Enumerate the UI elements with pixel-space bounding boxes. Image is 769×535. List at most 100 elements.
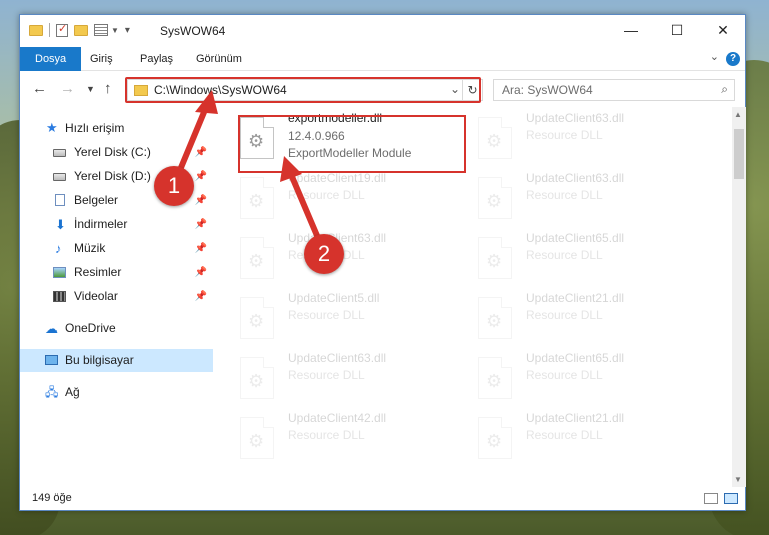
properties-check-icon[interactable] (56, 22, 68, 37)
search-icon[interactable]: ⌕ (721, 82, 728, 97)
close-button[interactable]: ✕ (700, 15, 746, 45)
file-name: UpdateClient63.dll (288, 351, 387, 365)
file-tile[interactable]: ⚙ UpdateClient19.dll Resource DLL (222, 169, 452, 227)
scrollbar-thumb[interactable] (734, 129, 744, 179)
pin-icon[interactable]: 📌 (195, 165, 207, 188)
gear-icon: ⚙ (486, 431, 503, 451)
recent-locations-chevron-icon[interactable]: ▼ (86, 84, 95, 94)
dll-file-icon: ⚙ (478, 297, 512, 339)
file-name: UpdateClient5.dll (288, 291, 380, 305)
pin-icon[interactable]: 📌 (195, 285, 207, 308)
nav-item-network[interactable]: 🖧 Ağ (20, 381, 213, 404)
address-dropdown-icon[interactable]: ⌄ (450, 82, 460, 96)
maximize-button[interactable]: ☐ (654, 15, 700, 45)
tab-share[interactable]: Paylaş (140, 47, 173, 71)
callout-badge-1: 1 (154, 166, 194, 206)
forward-arrow-icon[interactable]: → (60, 80, 75, 97)
rename-icon[interactable] (94, 24, 108, 36)
address-bar[interactable]: C:\Windows\SysWOW64 ⌄ ↻ (127, 79, 483, 101)
tab-view[interactable]: Görünüm (196, 47, 242, 71)
nav-item-label: Yerel Disk (C:) (74, 145, 151, 159)
gear-icon: ⚙ (248, 131, 265, 151)
dll-file-icon: ⚙ (240, 417, 274, 459)
address-path[interactable]: C:\Windows\SysWOW64 (154, 83, 287, 97)
file-description: Resource DLL (526, 428, 603, 442)
folder-icon (134, 85, 148, 96)
download-icon: ⬇ (55, 217, 66, 232)
computer-icon (45, 355, 58, 365)
nav-item-this-pc[interactable]: Bu bilgisayar (20, 349, 213, 372)
dll-file-icon: ⚙ (478, 177, 512, 219)
nav-item-downloads[interactable]: ⬇ İndirmeler 📌 (20, 213, 213, 236)
scroll-up-arrow-icon[interactable]: ▲ (734, 110, 742, 119)
customize-chevron-icon[interactable]: ▼ (111, 26, 119, 35)
file-tile[interactable]: ⚙ UpdateClient63.dll Resource DLL (460, 109, 690, 167)
pin-icon[interactable]: 📌 (195, 141, 207, 164)
window-title: SysWOW64 (160, 24, 226, 38)
gear-icon: ⚙ (486, 191, 503, 211)
gear-icon: ⚙ (248, 311, 265, 331)
nav-item-label: Yerel Disk (D:) (74, 169, 151, 183)
nav-item-label: OneDrive (65, 321, 116, 335)
file-description: Resource DLL (526, 248, 603, 262)
gear-icon: ⚙ (486, 131, 503, 151)
file-list: ⚙ exportmodeller.dll 12.4.0.966 ExportMo… (222, 107, 732, 487)
quick-access-dropdown-icon[interactable]: ▾ (125, 25, 130, 36)
file-tile[interactable]: ⚙ UpdateClient21.dll Resource DLL (460, 409, 690, 467)
file-tile[interactable]: ⚙ UpdateClient21.dll Resource DLL (460, 289, 690, 347)
large-icons-view-icon[interactable] (724, 493, 738, 504)
file-name: UpdateClient21.dll (526, 411, 625, 425)
callout-badge-2: 2 (304, 234, 344, 274)
minimize-button[interactable]: — (608, 15, 654, 45)
file-name: UpdateClient63.dll (526, 171, 625, 185)
dll-file-icon: ⚙ (240, 177, 274, 219)
pin-icon[interactable]: 📌 (195, 237, 207, 260)
document-icon (55, 194, 65, 206)
tab-home[interactable]: Giriş (90, 47, 113, 71)
pin-icon[interactable]: 📌 (195, 261, 207, 284)
gear-icon: ⚙ (486, 311, 503, 331)
new-folder-icon[interactable] (74, 24, 88, 36)
file-description: Resource DLL (526, 128, 603, 142)
nav-item-music[interactable]: ♪ Müzik 📌 (20, 237, 213, 260)
nav-item-label: İndirmeler (74, 217, 128, 231)
pin-icon[interactable]: 📌 (195, 213, 207, 236)
file-version: 12.4.0.966 (288, 129, 345, 143)
file-name: UpdateClient63.dll (526, 111, 625, 125)
expand-ribbon-icon[interactable]: ⌄ (710, 50, 719, 63)
dll-file-icon: ⚙ (240, 117, 274, 159)
nav-item-videos[interactable]: Videolar 📌 (20, 285, 213, 308)
navigation-pane: ★ Hızlı erişim Yerel Disk (C:) 📌 Yerel D… (20, 107, 213, 487)
dll-file-icon: ⚙ (240, 357, 274, 399)
nav-item-onedrive[interactable]: ☁ OneDrive (20, 317, 213, 340)
up-arrow-icon[interactable]: ↑ (104, 80, 112, 97)
nav-item-quick-access[interactable]: ★ Hızlı erişim (20, 117, 213, 140)
file-tile[interactable]: ⚙ UpdateClient65.dll Resource DLL (460, 229, 690, 287)
dll-file-icon: ⚙ (478, 237, 512, 279)
file-tile[interactable]: ⚙ UpdateClient5.dll Resource DLL (222, 289, 452, 347)
nav-item-label: Belgeler (74, 193, 119, 207)
refresh-icon[interactable]: ↻ (462, 80, 482, 100)
help-icon[interactable]: ? (726, 52, 740, 66)
nav-item-pictures[interactable]: Resimler 📌 (20, 261, 213, 284)
file-name: exportmodeller.dll (288, 111, 383, 125)
details-view-icon[interactable] (704, 493, 718, 504)
toolbar-divider (49, 23, 50, 37)
gear-icon: ⚙ (486, 251, 503, 271)
file-description: ExportModeller Module (288, 146, 412, 160)
file-tile[interactable]: ⚙ UpdateClient63.dll Resource DLL (222, 349, 452, 407)
file-tile-exportmodeller[interactable]: ⚙ exportmodeller.dll 12.4.0.966 ExportMo… (222, 109, 452, 167)
nav-item-local-disk-c[interactable]: Yerel Disk (C:) 📌 (20, 141, 213, 164)
title-bar: ▼ ▾ SysWOW64 — ☐ ✕ (20, 15, 745, 47)
vertical-scrollbar[interactable]: ▲ ▼ (732, 107, 746, 487)
file-tile[interactable]: ⚙ UpdateClient63.dll Resource DLL (460, 169, 690, 227)
scroll-down-arrow-icon[interactable]: ▼ (734, 475, 742, 484)
file-name: UpdateClient42.dll (288, 411, 387, 425)
file-tile[interactable]: ⚙ UpdateClient65.dll Resource DLL (460, 349, 690, 407)
tab-file[interactable]: Dosya (20, 47, 82, 71)
dll-file-icon: ⚙ (478, 117, 512, 159)
file-tile[interactable]: ⚙ UpdateClient42.dll Resource DLL (222, 409, 452, 467)
pin-icon[interactable]: 📌 (195, 189, 207, 212)
search-box[interactable]: Ara: SysWOW64 ⌕ (493, 79, 735, 101)
back-arrow-icon[interactable]: ← (32, 80, 47, 97)
